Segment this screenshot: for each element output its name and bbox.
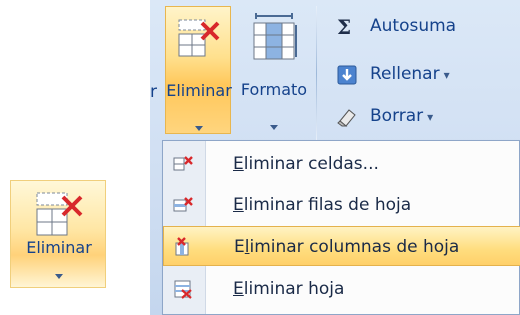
- delete-cells-icon: [176, 17, 222, 61]
- menu-item-eliminar-filas[interactable]: Eliminar filas de hoja: [163, 185, 520, 225]
- menu-item-label-prefix: E: [234, 237, 245, 257]
- svg-text:Σ: Σ: [337, 16, 351, 38]
- fill-down-icon: [336, 64, 358, 86]
- formato-label: Formato: [240, 80, 308, 99]
- delete-sheet-icon: [173, 279, 193, 299]
- autosuma-label: Autosuma: [370, 16, 457, 36]
- access-key: E: [233, 195, 244, 215]
- eliminar-dropdown-menu: Eliminar celdas... Eliminar filas de hoj…: [162, 140, 520, 315]
- rellenar-button[interactable]: Rellenar ▾: [328, 58, 520, 90]
- formato-button[interactable]: Formato: [236, 6, 312, 134]
- menu-item-eliminar-hoja[interactable]: Eliminar hoja: [163, 269, 520, 309]
- eliminar-label: Eliminar: [166, 81, 232, 100]
- dropdown-caret-icon: ▾: [443, 68, 450, 82]
- menu-item-eliminar-columnas[interactable]: Eliminar columnas de hoja: [163, 226, 520, 266]
- sigma-icon: Σ: [336, 15, 358, 39]
- autosuma-button[interactable]: Σ Autosuma: [328, 10, 520, 42]
- chevron-down-icon: [270, 116, 278, 130]
- borrar-button[interactable]: Borrar ▾: [328, 100, 520, 132]
- group-divider: [316, 6, 317, 141]
- menu-item-label: liminar hoja: [243, 279, 345, 299]
- eliminar-label: Eliminar: [26, 238, 92, 257]
- rellenar-label: Rellenar: [370, 64, 440, 84]
- delete-columns-icon: [174, 237, 194, 257]
- truncated-label: r: [150, 82, 157, 102]
- borrar-label: Borrar: [370, 106, 424, 126]
- eliminar-button[interactable]: Eliminar: [165, 6, 232, 134]
- dropdown-caret-icon: ▾: [427, 110, 434, 124]
- menu-item-label: liminar celdas...: [243, 154, 379, 174]
- chevron-down-icon: [55, 265, 63, 279]
- format-icon: [250, 12, 298, 62]
- menu-item-label: liminar filas de hoja: [243, 195, 412, 215]
- menu-item-eliminar-celdas[interactable]: Eliminar celdas...: [163, 144, 520, 184]
- access-key: E: [233, 154, 244, 174]
- delete-cells-icon: [173, 154, 193, 174]
- menu-item-label: iminar columnas de hoja: [249, 237, 460, 257]
- delete-cells-icon: [33, 189, 87, 241]
- chevron-down-icon: [195, 117, 203, 131]
- delete-rows-icon: [173, 195, 193, 215]
- eliminar-button-preview[interactable]: Eliminar: [10, 180, 106, 288]
- access-key: E: [233, 279, 244, 299]
- eraser-icon: [336, 106, 358, 128]
